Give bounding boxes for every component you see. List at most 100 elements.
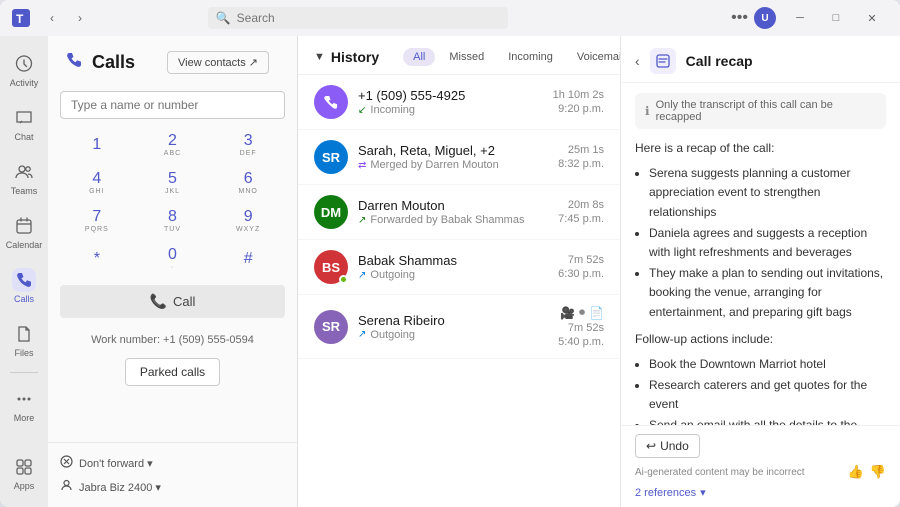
dialpad-area: 1 2ABC 3DEF 4GHI 5JKL 6MNO 7PQRS 8TUV 9W… [48,83,297,334]
history-item[interactable]: SR Sarah, Reta, Miguel, +2 ⇄ Merged by D… [298,130,620,185]
recap-header: ‹ Call recap [621,36,900,83]
recap-footer: ↩ Undo Ai-generated content may be incor… [621,425,900,507]
dial-1[interactable]: 1 [60,127,134,163]
recap-followup-title: Follow-up actions include: [635,330,886,349]
sidebar-item-calls-label: Calls [14,294,34,304]
undo-button[interactable]: ↩ Undo [635,434,700,458]
calls-header-icon [64,50,84,75]
close-button[interactable]: ✕ [854,3,890,33]
dont-forward-option[interactable]: Don't forward ▾ [60,451,285,475]
view-contacts-button[interactable]: View contacts ↗ [167,51,269,74]
dial-hash[interactable]: # [211,241,285,277]
history-item-duration: 20m 8s [568,199,604,211]
history-item-subtext: Outgoing [370,269,415,281]
dial-2[interactable]: 2ABC [136,127,210,163]
history-item[interactable]: SR Serena Ribeiro ↗ Outgoing 🎥 ⏺ 📄 [298,295,620,359]
view-contacts-label: View contacts ↗ [178,56,258,69]
history-toggle[interactable]: ▼ History [314,49,379,65]
name-number-input[interactable] [60,91,285,119]
history-item-sub: ↗ Outgoing [358,329,548,341]
maximize-button[interactable]: □ [818,3,854,33]
history-item-name: +1 (509) 555-4925 [358,88,543,103]
search-bar: 🔍 [208,7,508,29]
sidebar-item-apps[interactable]: Apps [4,447,44,499]
recap-panel: ‹ Call recap ℹ Only the transcript of th… [620,36,900,507]
dont-forward-label: Don't forward ▾ [79,457,153,470]
jabra-option[interactable]: Jabra Biz 2400 ▾ [60,475,285,499]
recap-bullet-3: They make a plan to sending out invitati… [649,264,886,322]
sidebar-item-apps-label: Apps [14,481,35,491]
thumbup-button[interactable]: 👍 [848,464,864,480]
filter-tab-incoming[interactable]: Incoming [498,48,563,66]
recap-notice-text: Only the transcript of this call can be … [656,99,876,123]
nav-back-button[interactable]: ‹ [40,6,64,30]
parked-calls-button[interactable]: Parked calls [125,358,220,386]
status-dot [339,275,348,284]
merged-icon: ⇄ [358,160,366,171]
recap-followup-3: Send an email with all the details to th… [649,416,886,425]
history-item-duration: 7m 52s [568,322,604,334]
history-item-time: 5:40 p.m. [558,336,604,348]
dial-star[interactable]: * [60,241,134,277]
recap-back-button[interactable]: ‹ [635,53,640,69]
call-button-label: Call [173,294,195,309]
sidebar-item-files[interactable]: Files [4,314,44,366]
calls-icon [12,268,36,292]
history-item-info: Darren Mouton ↗ Forwarded by Babak Shamm… [358,198,548,226]
search-input[interactable] [237,11,500,25]
thumbdown-button[interactable]: 👎 [870,464,886,480]
calls-header: Calls View contacts ↗ [48,36,297,83]
more-icon [12,387,36,411]
history-item[interactable]: +1 (509) 555-4925 ↙ Incoming 1h 10m 2s 9… [298,75,620,130]
jabra-label: Jabra Biz 2400 ▾ [79,481,161,494]
history-item-subtext: Merged by Darren Mouton [370,159,498,171]
work-number: Work number: +1 (509) 555-0594 [48,334,297,354]
sidebar-item-more-label: More [14,413,35,423]
record-icon[interactable]: ⏺ [579,305,585,320]
history-avatar: SR [314,140,348,174]
transcript-icon[interactable]: 📄 [589,306,604,320]
filter-tab-voicemail[interactable]: Voicemail [567,48,620,66]
history-item-meta: 🎥 ⏺ 📄 7m 52s 5:40 p.m. [558,305,604,348]
more-options-icon[interactable]: ••• [731,9,748,27]
video-icon[interactable]: 🎥 [560,306,575,320]
sidebar-item-activity[interactable]: Activity [4,44,44,96]
history-item-sub: ⇄ Merged by Darren Mouton [358,159,548,171]
app-logo: T [10,7,32,29]
filter-tab-all[interactable]: All [403,48,435,66]
call-button-icon: 📞 [150,293,167,310]
dial-4[interactable]: 4GHI [60,165,134,201]
references-link[interactable]: 2 references ▾ [635,486,886,499]
sidebar-item-calendar[interactable]: Calendar [4,206,44,258]
call-button[interactable]: 📞 Call [60,285,285,318]
history-panel: ▼ History All Missed Incoming Voicemail … [298,36,620,507]
dial-7[interactable]: 7PQRS [60,203,134,239]
sidebar-item-teams[interactable]: Teams [4,152,44,204]
sidebar-item-more[interactable]: More [4,379,44,431]
sidebar-item-calls[interactable]: Calls [4,260,44,312]
history-toggle-icon: ▼ [314,51,325,63]
dial-0[interactable]: 0· [136,241,210,277]
calendar-icon [12,214,36,238]
dial-9[interactable]: 9WXYZ [211,203,285,239]
dial-3[interactable]: 3DEF [211,127,285,163]
history-item[interactable]: BS Babak Shammas ↗ Outgoing 7m 52s 6:30 … [298,240,620,295]
history-item-info: Serena Ribeiro ↗ Outgoing [358,313,548,341]
forwarded-icon: ↗ [358,215,366,226]
dial-6[interactable]: 6MNO [211,165,285,201]
history-item-meta: 25m 1s 8:32 p.m. [558,144,604,170]
history-item[interactable]: DM Darren Mouton ↗ Forwarded by Babak Sh… [298,185,620,240]
dial-8[interactable]: 8TUV [136,203,210,239]
nav-forward-button[interactable]: › [68,6,92,30]
window-controls: ─ □ ✕ [782,3,890,33]
sidebar-item-files-label: Files [14,348,33,358]
references-chevron-icon: ▾ [700,486,706,499]
sidebar-item-teams-label: Teams [11,186,38,196]
history-item-subtext: Forwarded by Babak Shammas [370,214,524,226]
sidebar-item-chat[interactable]: Chat [4,98,44,150]
dial-5[interactable]: 5JKL [136,165,210,201]
minimize-button[interactable]: ─ [782,3,818,33]
user-avatar[interactable]: U [754,7,776,29]
filter-tab-missed[interactable]: Missed [439,48,494,66]
dont-forward-icon [60,455,73,471]
